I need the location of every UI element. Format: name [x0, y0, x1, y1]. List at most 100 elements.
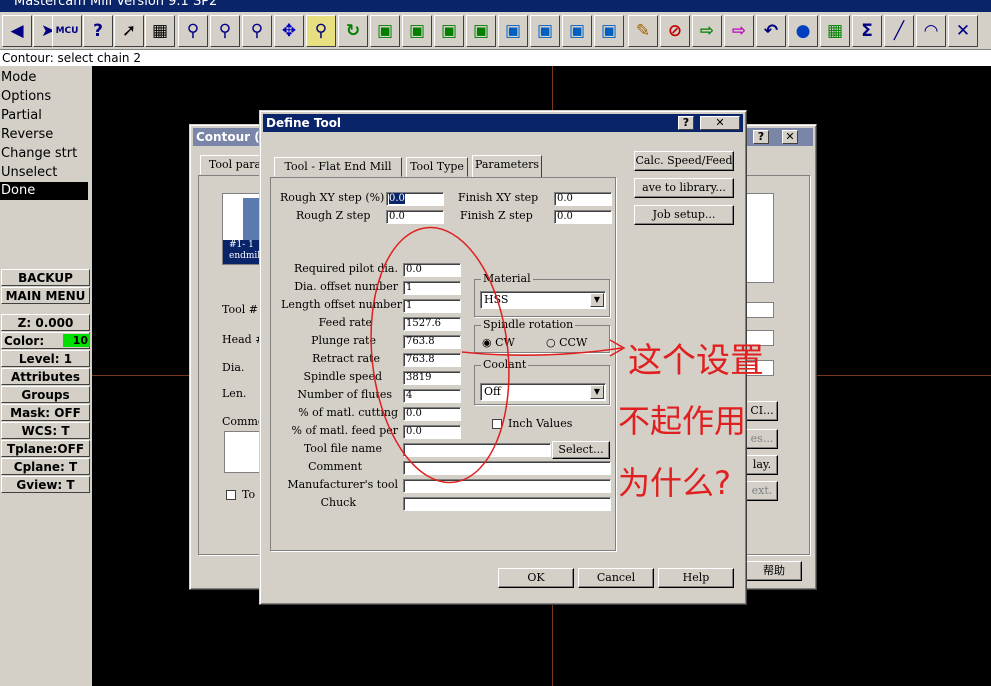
tab-parameters[interactable]: Parameters — [472, 155, 542, 177]
tool-file-field[interactable] — [403, 443, 551, 457]
calc-speed-feed-button[interactable]: Calc. Speed/Feed — [634, 151, 734, 171]
front-view-icon[interactable]: ▣ — [434, 15, 464, 47]
ci-button[interactable]: CI... — [746, 401, 778, 421]
finish-xy-field[interactable]: 0.0 — [554, 192, 612, 206]
param-field[interactable]: 0.0 — [403, 425, 461, 439]
right-field-1[interactable] — [746, 302, 774, 318]
finish-z-field[interactable]: 0.0 — [554, 210, 612, 224]
cancel-button[interactable]: Cancel — [578, 568, 654, 588]
param-field[interactable]: 1527.6 — [403, 317, 461, 331]
cube-iso-icon[interactable]: ▣ — [594, 15, 624, 47]
undo-icon[interactable]: ↶ — [756, 15, 786, 47]
menu-item-partial[interactable]: Partial — [0, 107, 92, 125]
top-view-icon[interactable]: ▣ — [402, 15, 432, 47]
param-field[interactable]: 3819 — [403, 371, 461, 385]
material-dropdown[interactable]: HSS ▼ — [480, 291, 606, 309]
help-button[interactable]: Help — [658, 568, 734, 588]
pan-icon[interactable]: ✥ — [274, 15, 304, 47]
menu-item-options[interactable]: Options — [0, 88, 92, 106]
param-field[interactable]: 0.0 — [403, 407, 461, 421]
comment-box[interactable] — [224, 431, 260, 473]
ext-button[interactable]: ext. — [746, 481, 778, 501]
iso-view-icon[interactable]: ▣ — [370, 15, 400, 47]
right-field-2[interactable] — [746, 330, 774, 346]
right-list[interactable] — [746, 193, 774, 283]
param-field[interactable]: 763.8 — [403, 335, 461, 349]
rough-z-field[interactable]: 0.0 — [386, 210, 444, 224]
menu-item-mode[interactable]: Mode — [0, 69, 92, 87]
rough-xy-field[interactable]: 0.0 — [386, 192, 444, 206]
menu-item-unselect[interactable]: Unselect — [0, 164, 92, 182]
color-button[interactable]: Color: 10 — [1, 332, 90, 349]
param-field[interactable]: 1 — [403, 299, 461, 313]
contour-help-button[interactable]: ? — [753, 130, 769, 144]
inch-values-checkbox[interactable] — [492, 419, 502, 429]
analyze-icon[interactable]: ➚ — [114, 15, 144, 47]
es-button[interactable]: es... — [746, 429, 778, 449]
lay-button[interactable]: lay. — [746, 455, 778, 475]
contour-close-button[interactable]: ✕ — [782, 130, 798, 144]
trim-icon[interactable]: ✕ — [948, 15, 978, 47]
param-field[interactable]: 0.0 — [403, 263, 461, 277]
colors-icon[interactable]: ⇨ — [724, 15, 754, 47]
zoom-icon[interactable]: ⚲ — [178, 15, 208, 47]
menu-item-reverse[interactable]: Reverse — [0, 126, 92, 144]
mask-button[interactable]: Mask: OFF — [1, 404, 90, 421]
right-dropdown[interactable] — [746, 360, 774, 376]
rotate-icon[interactable]: ↻ — [338, 15, 368, 47]
param-field[interactable]: 1 — [403, 281, 461, 295]
main-menu-button[interactable]: MAIN MENU — [1, 287, 90, 304]
level-button[interactable]: Level: 1 — [1, 350, 90, 367]
groups-button[interactable]: Groups — [1, 386, 90, 403]
zoom-out-icon[interactable]: ⚲ — [242, 15, 272, 47]
param-field[interactable]: 763.8 — [403, 353, 461, 367]
wcs-button[interactable]: WCS: T — [1, 422, 90, 439]
tool-list-item[interactable]: #1- 1 endmil — [223, 240, 261, 264]
attributes-button[interactable]: Attributes — [1, 368, 90, 385]
tab-tool-flat-end-mill[interactable]: Tool - Flat End Mill — [274, 157, 402, 177]
help-icon[interactable]: ? — [83, 15, 113, 47]
layers-icon[interactable]: ▦ — [820, 15, 850, 47]
sphere-icon[interactable]: ● — [788, 15, 818, 47]
to-checkbox[interactable] — [226, 490, 236, 500]
chevron-down-icon[interactable]: ▼ — [590, 385, 604, 399]
menu-item-done[interactable]: Done — [0, 182, 88, 200]
chuck-field[interactable] — [403, 497, 611, 511]
tool-list[interactable]: #1- 1 endmil — [222, 193, 262, 265]
calculator-icon[interactable]: ▦ — [145, 15, 175, 47]
select-button[interactable]: Select... — [552, 441, 610, 459]
coolant-dropdown[interactable]: Off ▼ — [480, 383, 606, 401]
menu-item-change-strt[interactable]: Change strt — [0, 145, 92, 163]
tplane-button[interactable]: Tplane:OFF — [1, 440, 90, 457]
ok-button[interactable]: OK — [498, 568, 574, 588]
z-depth-button[interactable]: Z: 0.000 — [1, 314, 90, 331]
define-tool-help-button[interactable]: ? — [678, 116, 694, 130]
mcu-icon[interactable]: MCU — [52, 15, 82, 47]
chevron-down-icon[interactable]: ▼ — [590, 293, 604, 307]
cube-view-icon[interactable]: ▣ — [498, 15, 528, 47]
manufacturer-field[interactable] — [403, 479, 611, 493]
param-field[interactable]: 4 — [403, 389, 461, 403]
tab-tool-type[interactable]: Tool Type — [406, 157, 468, 177]
select-icon[interactable]: ⚲ — [306, 15, 336, 47]
pencil-icon[interactable]: ✎ — [628, 15, 658, 47]
sum-icon[interactable]: Σ — [852, 15, 882, 47]
side-view-icon[interactable]: ▣ — [466, 15, 496, 47]
ccw-radio[interactable]: ○ CCW — [546, 336, 587, 349]
arc-icon[interactable]: ◠ — [916, 15, 946, 47]
gview-button[interactable]: Gview: T — [1, 476, 90, 493]
comment-field[interactable] — [403, 461, 611, 475]
line-icon[interactable]: ╱ — [884, 15, 914, 47]
contour-help-cn-button[interactable]: 帮助 — [746, 561, 802, 581]
transform-icon[interactable]: ⇨ — [692, 15, 722, 47]
cube-right-icon[interactable]: ▣ — [562, 15, 592, 47]
left-arrow-icon[interactable]: ◀ — [2, 15, 32, 47]
backup-button[interactable]: BACKUP — [1, 269, 90, 286]
save-to-library-button[interactable]: ave to library... — [634, 178, 734, 198]
zoom-window-icon[interactable]: ⚲ — [210, 15, 240, 47]
no-edit-icon[interactable]: ⊘ — [660, 15, 690, 47]
cube-front-icon[interactable]: ▣ — [530, 15, 560, 47]
define-tool-close-button[interactable]: ✕ — [700, 116, 740, 130]
cplane-button[interactable]: Cplane: T — [1, 458, 90, 475]
job-setup-button[interactable]: Job setup... — [634, 205, 734, 225]
